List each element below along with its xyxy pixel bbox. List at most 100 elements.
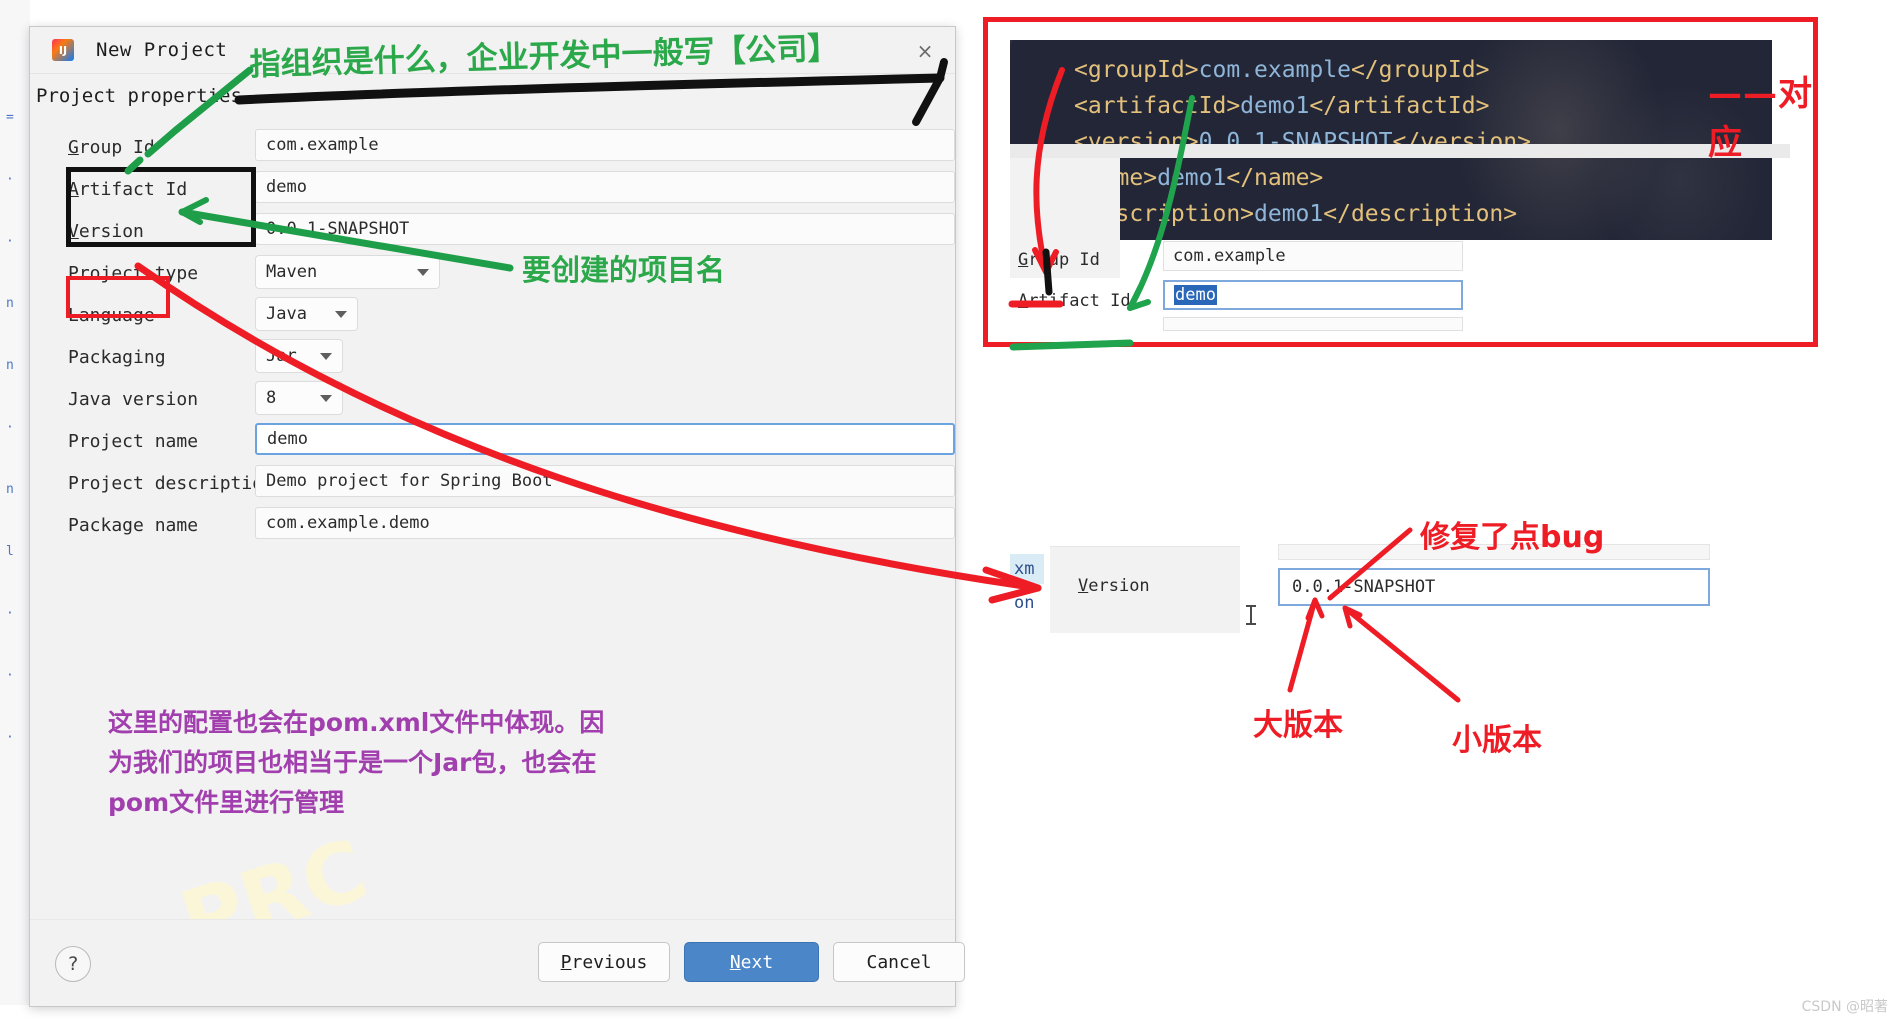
field-input[interactable]: Demo project for Spring Boot bbox=[255, 465, 955, 497]
field-select-value: Maven bbox=[266, 262, 318, 282]
pom-tag-close: </description> bbox=[1323, 201, 1518, 227]
field-select-value: Jar bbox=[266, 346, 297, 366]
pom-code-lines: <groupId>com.example</groupId> <artifactI… bbox=[1074, 52, 1531, 232]
field-input[interactable]: demo bbox=[255, 423, 955, 455]
form-row: Project description Demo project for Spri… bbox=[30, 463, 955, 505]
pom-tag-close: </groupId> bbox=[1350, 57, 1490, 83]
previous-button[interactable]: Previous bbox=[538, 942, 670, 982]
ide-ghost-line: · bbox=[6, 730, 14, 745]
field-select-value: Java bbox=[266, 304, 307, 324]
field-input[interactable]: 0.0.1-SNAPSHOT bbox=[255, 213, 955, 245]
field-input-value: demo bbox=[266, 177, 307, 197]
form-row: Project name demo bbox=[30, 421, 955, 463]
purple-annotation-line-2: 为我们的项目也相当于是一个Jar包，也会在 bbox=[108, 748, 597, 777]
ide-ghost-line: · bbox=[6, 420, 14, 435]
pom-code-line: <artifactId>demo1</artifactId> bbox=[1074, 88, 1531, 124]
mini-group-id-label: Group Id bbox=[1018, 250, 1100, 270]
ide-ghost-line: · bbox=[6, 606, 14, 621]
chevron-down-icon bbox=[320, 395, 332, 402]
field-input-value: com.example.demo bbox=[266, 513, 430, 533]
form-row: Packaging Jar bbox=[30, 337, 955, 379]
pom-tag-close: </name> bbox=[1226, 165, 1324, 191]
previous-button-label: revious bbox=[571, 951, 648, 973]
field-input-value: 0.0.1-SNAPSHOT bbox=[266, 219, 410, 239]
form-row: Package name com.example.demo bbox=[30, 505, 955, 547]
field-mnemonic: G bbox=[68, 137, 79, 158]
purple-annotation-line-1: 这里的配置也会在pom.xml文件中体现。因 bbox=[108, 708, 605, 737]
next-button[interactable]: Next bbox=[684, 942, 819, 982]
red-annotation-bugfix: 修复了点bug bbox=[1420, 520, 1605, 555]
text-cursor-icon bbox=[1246, 605, 1256, 625]
ide-ghost-line: · bbox=[6, 234, 14, 249]
chevron-down-icon bbox=[335, 311, 347, 318]
mini-group-id-field[interactable]: com.example bbox=[1163, 241, 1463, 271]
red-highlight-box-version bbox=[66, 276, 170, 318]
ide-ghost-line: · bbox=[6, 668, 14, 683]
black-highlight-box-groupid-artifactid bbox=[66, 167, 256, 247]
red-annotation-minor-version: 小版本 bbox=[1452, 723, 1542, 758]
purple-annotation-line-3: pom文件里进行管理 bbox=[108, 788, 345, 817]
form-row: Java version 8 bbox=[30, 379, 955, 421]
previous-mnemonic: P bbox=[560, 951, 572, 973]
version-detail-panel: xm on Version 0.0.1-SNAPSHOT bbox=[1010, 544, 1710, 633]
close-icon[interactable]: × bbox=[913, 39, 937, 63]
field-label: Group Id bbox=[68, 137, 155, 158]
pom-code-block: <groupId>com.example</groupId> <artifactI… bbox=[1010, 40, 1772, 240]
mini-next-field[interactable] bbox=[1163, 317, 1463, 331]
ide-ghost-line: n bbox=[6, 482, 14, 497]
ide-ghost-line: · bbox=[6, 172, 14, 187]
pom-tag-value: demo1 bbox=[1254, 201, 1324, 227]
csdn-watermark: CSDN @昭著 bbox=[1801, 999, 1888, 1015]
mini-group-id-value: com.example bbox=[1173, 246, 1286, 266]
field-input-value: demo bbox=[267, 429, 308, 449]
help-button[interactable]: ? bbox=[55, 946, 91, 982]
field-select[interactable]: Maven bbox=[255, 255, 440, 289]
purple-annotation-note: 这里的配置也会在pom.xml文件中体现。因 为我们的项目也相当于是一个Jar包… bbox=[108, 703, 708, 823]
mini-group-id-mnemonic: G bbox=[1018, 250, 1029, 270]
pom-tag-value: demo1 bbox=[1240, 93, 1310, 119]
field-input-value: Demo project for Spring Boot bbox=[266, 471, 553, 491]
ide-ghost-line: l bbox=[6, 544, 14, 559]
new-project-dialog: IJ New Project × Project properties Grou… bbox=[29, 26, 965, 1007]
field-select[interactable]: 8 bbox=[255, 381, 343, 415]
mini-artifact-id-field[interactable]: demo bbox=[1163, 280, 1463, 310]
version-code-bit-1: xm bbox=[1014, 559, 1035, 579]
version-mnemonic: V bbox=[1078, 576, 1089, 596]
version-code-bits: xm on bbox=[1014, 552, 1034, 620]
dialog-titlebar: IJ New Project × bbox=[30, 27, 955, 74]
mini-artifact-id-label: Artifact Id bbox=[1018, 291, 1131, 311]
dialog-title: New Project bbox=[96, 39, 228, 61]
field-select[interactable]: Java bbox=[255, 297, 358, 331]
field-input[interactable]: demo bbox=[255, 171, 955, 203]
field-input[interactable]: com.example bbox=[255, 129, 955, 161]
red-correspondence-label: ——对应 bbox=[1708, 74, 1813, 163]
pom-code-line: <name>demo1</name> bbox=[1074, 160, 1531, 196]
mini-artifact-id-value: demo bbox=[1174, 285, 1217, 305]
mini-artifact-id-mnemonic: A bbox=[1018, 291, 1029, 311]
chevron-down-icon bbox=[417, 269, 429, 276]
field-label: Project description bbox=[68, 473, 274, 494]
intellij-idea-icon: IJ bbox=[52, 39, 74, 61]
pom-tag-value: com.example bbox=[1198, 57, 1351, 83]
field-label: Packaging bbox=[68, 347, 166, 368]
field-input-value: com.example bbox=[266, 135, 379, 155]
dialog-button-bar: ? Previous Next Cancel bbox=[30, 919, 965, 1006]
field-select-value: 8 bbox=[266, 388, 277, 408]
page-title: Project properties bbox=[36, 85, 242, 107]
cancel-button[interactable]: Cancel bbox=[833, 942, 965, 982]
chevron-down-icon bbox=[320, 353, 332, 360]
next-mnemonic: N bbox=[729, 951, 741, 973]
pom-tag-value: demo1 bbox=[1157, 165, 1227, 191]
pom-tag-close: </artifactId> bbox=[1309, 93, 1490, 119]
version-label: Version bbox=[1078, 576, 1150, 596]
pom-code-line: <groupId>com.example</groupId> bbox=[1074, 52, 1531, 88]
ide-ghost-line: = bbox=[6, 110, 14, 125]
field-input[interactable]: com.example.demo bbox=[255, 507, 955, 539]
pom-correspondence-panel: <groupId>com.example</groupId> <artifactI… bbox=[983, 17, 1818, 347]
pom-code-line: <description>demo1</description> bbox=[1074, 196, 1531, 232]
panel-gray-divider bbox=[1010, 144, 1790, 158]
form-row: Group Id com.example bbox=[30, 127, 955, 169]
field-select[interactable]: Jar bbox=[255, 339, 343, 373]
version-field[interactable]: 0.0.1-SNAPSHOT bbox=[1278, 568, 1710, 606]
ide-ghost-code: = · · n n · n l · · · bbox=[0, 110, 28, 810]
